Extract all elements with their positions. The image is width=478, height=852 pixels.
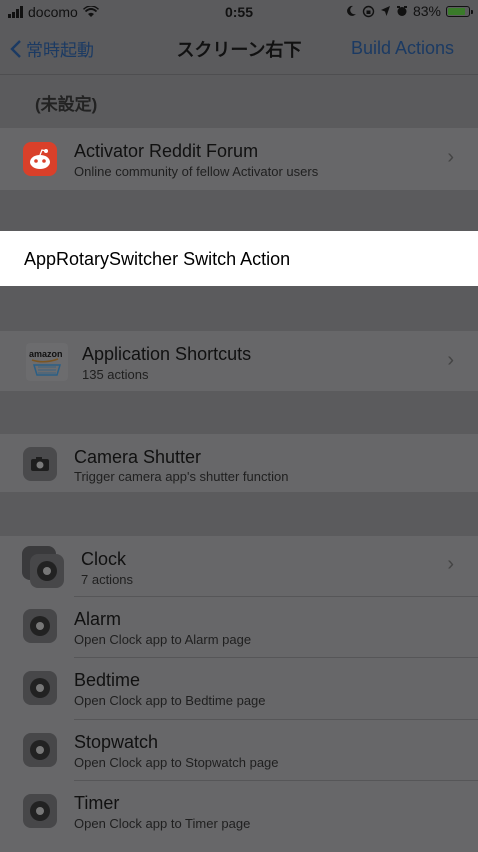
item-subtitle: 135 actions: [82, 367, 149, 382]
nav-divider: [0, 74, 478, 75]
list-item-camera-shutter[interactable]: Camera Shutter Trigger camera app's shut…: [0, 434, 478, 492]
battery-percent: 83%: [412, 3, 441, 19]
battery-icon: [446, 5, 473, 17]
item-title: AppRotarySwitcher Switch Action: [24, 249, 291, 269]
item-title: Clock: [81, 549, 127, 569]
clock-group: Clock 7 actions › Alarm Open Clock app t…: [0, 536, 478, 852]
item-title: Timer: [74, 793, 120, 813]
amazon-cart-icon: amazon: [26, 343, 68, 381]
list-item-alarm[interactable]: Alarm Open Clock app to Alarm page: [0, 597, 478, 657]
item-title: Alarm: [74, 609, 122, 629]
clock-icon: [30, 554, 64, 588]
list-item-clock[interactable]: Clock 7 actions ›: [0, 536, 478, 596]
list-item-timer[interactable]: Timer Open Clock app to Timer page: [0, 781, 478, 841]
status-bar: docomo 0:55 83%: [0, 0, 478, 24]
clock-icon: [23, 609, 57, 643]
item-title: Activator Reddit Forum: [74, 141, 259, 161]
clock-icon: [23, 671, 57, 705]
alarm-icon: [396, 6, 407, 16]
camera-icon: [23, 447, 57, 481]
item-subtitle: Open Clock app to Stopwatch page: [74, 755, 279, 770]
chevron-right-icon: ›: [447, 146, 454, 168]
chevron-right-icon: ›: [447, 553, 454, 575]
item-subtitle: 7 actions: [81, 572, 134, 587]
list-item-application-shortcuts[interactable]: amazon Application Shortcuts 135 actions…: [0, 331, 478, 391]
item-title: Stopwatch: [74, 732, 159, 752]
reddit-icon: [23, 142, 57, 176]
status-right: 83%: [346, 3, 473, 19]
item-title: Camera Shutter: [74, 447, 202, 467]
list-item-bedtime[interactable]: Bedtime Open Clock app to Bedtime page: [0, 658, 478, 718]
moon-icon: [347, 5, 356, 16]
item-subtitle: Trigger camera app's shutter function: [74, 469, 289, 484]
list-item-reddit[interactable]: Activator Reddit Forum Online community …: [0, 128, 478, 190]
clock-icon: [23, 733, 57, 767]
item-subtitle: Online community of fellow Activator use…: [74, 164, 319, 179]
navigation-bar: 常時起動 スクリーン右下 Build Actions: [0, 24, 478, 74]
item-subtitle: Open Clock app to Alarm page: [74, 632, 252, 647]
section-header: (未設定): [35, 95, 98, 114]
item-title: Application Shortcuts: [82, 344, 252, 364]
location-icon: [380, 6, 390, 16]
item-subtitle: Open Clock app to Timer page: [74, 816, 251, 831]
item-title: Bedtime: [74, 670, 141, 690]
chevron-right-icon: ›: [447, 349, 454, 371]
item-subtitle: Open Clock app to Bedtime page: [74, 693, 266, 708]
build-actions-button[interactable]: Build Actions: [351, 38, 454, 59]
clock-icon: [23, 794, 57, 828]
lock-rotation-icon: [362, 5, 375, 17]
list-item-highlighted[interactable]: AppRotarySwitcher Switch Action: [0, 231, 478, 286]
list-item-stopwatch[interactable]: Stopwatch Open Clock app to Stopwatch pa…: [0, 720, 478, 780]
